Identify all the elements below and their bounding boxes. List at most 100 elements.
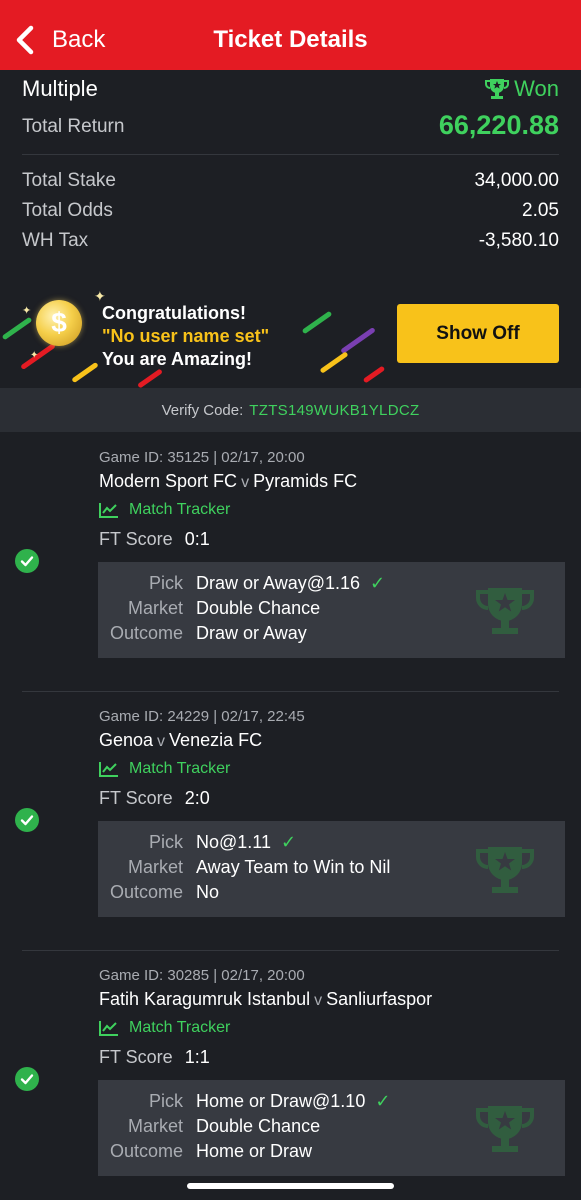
pick-value: Home or Draw@1.10 ✓ [196, 1091, 390, 1112]
outcome-row: Outcome Draw or Away [98, 623, 565, 647]
congrats-line-3: You are Amazing! [102, 349, 253, 369]
check-circle-icon [15, 1067, 39, 1091]
pick-details-box: Pick Draw or Away@1.16 ✓ Market Double Chanc… [98, 562, 565, 658]
total-return-label: Total Return [22, 116, 125, 137]
congrats-banner: ✦ ✦ ✦ $ Congratulations! "No user name s… [0, 280, 581, 388]
home-team: Modern Sport FC [99, 471, 238, 491]
verify-code-label: Verify Code: [161, 401, 244, 419]
pick-row: Pick No@1.11 ✓ [98, 832, 565, 856]
top-bar: Back Ticket Details [0, 0, 581, 70]
page-title: Ticket Details [213, 26, 368, 53]
ft-score-label: FT Score [99, 529, 173, 549]
ft-score: FT Score 0:1 [99, 529, 210, 550]
pick-label: Pick [148, 1091, 183, 1111]
match-tracker-label: Match Tracker [129, 1019, 231, 1036]
match-tracker-link[interactable]: Match Tracker [99, 501, 230, 519]
wh-tax-value: -3,580.10 [478, 230, 559, 251]
outcome-label: Outcome [109, 1141, 183, 1161]
outcome-label: Outcome [109, 623, 183, 643]
versus-label: v [241, 474, 250, 491]
decor-streak [340, 326, 376, 355]
verify-code-bar: Verify Code: TZTS149WUKB1YLDCZ [0, 388, 581, 432]
check-circle-icon [15, 808, 39, 832]
total-return-value: 66,220.88 [438, 110, 559, 140]
market-label: Market [127, 857, 183, 877]
pick-value: Draw or Away@1.16 ✓ [196, 573, 385, 594]
congrats-line-1: Congratulations! [102, 303, 246, 323]
home-team: Genoa [99, 730, 154, 750]
congrats-text: Congratulations! "No user name set" You … [102, 302, 269, 371]
game-id: Game ID: 30285 | 02/17, 20:00 [99, 967, 305, 984]
total-stake-label: Total Stake [22, 170, 116, 191]
outcome-value: No [196, 882, 220, 902]
versus-label: v [314, 992, 323, 1009]
market-value: Double Chance [196, 1116, 321, 1136]
verify-code-value[interactable]: TZTS149WUKB1YLDCZ [249, 402, 419, 419]
match-teams: Genoa v Venezia FC [99, 730, 262, 751]
pick-row: Pick Home or Draw@1.10 ✓ [98, 1091, 565, 1115]
match-tracker-link[interactable]: Match Tracker [99, 1019, 230, 1037]
ft-score-value: 1:1 [184, 1047, 210, 1067]
line-chart-icon [99, 1021, 118, 1036]
market-value: Double Chance [196, 598, 321, 618]
sparkle-icon: ✦ [30, 350, 39, 361]
match-tracker-link[interactable]: Match Tracker [99, 760, 230, 778]
selection-item: Game ID: 24229 | 02/17, 22:45 Genoa v Venez… [0, 691, 581, 950]
ticket-summary: Multiple Won Total Return 66,220.88 Tota… [0, 70, 581, 280]
market-label: Market [127, 598, 183, 618]
line-chart-icon [99, 503, 118, 518]
sparkle-icon: ✦ [22, 305, 32, 317]
ft-score: FT Score 2:0 [99, 788, 210, 809]
total-odds-value: 2.05 [522, 200, 559, 221]
status-label: Won [514, 76, 559, 101]
pick-details-box: Pick No@1.11 ✓ Market Away Team to Win to Ni… [98, 821, 565, 917]
pick-value: No@1.11 ✓ [196, 832, 296, 853]
decor-streak [71, 361, 99, 384]
outcome-value: Home or Draw [196, 1141, 313, 1161]
line-chart-icon [99, 762, 118, 777]
total-odds-label: Total Odds [22, 200, 113, 221]
pick-text: Home or Draw@1.10 [196, 1091, 366, 1111]
checkmark-icon: ✓ [375, 1091, 391, 1111]
away-team: Pyramids FC [253, 471, 358, 491]
decor-streak [319, 351, 349, 374]
away-team: Sanliurfaspor [326, 989, 433, 1009]
outcome-label: Outcome [109, 882, 183, 902]
game-id: Game ID: 35125 | 02/17, 20:00 [99, 449, 305, 466]
market-label: Market [127, 1116, 183, 1136]
pick-label: Pick [148, 573, 183, 593]
decor-streak [137, 368, 163, 388]
ft-score-value: 2:0 [184, 788, 210, 808]
market-value: Away Team to Win to Nil [196, 857, 391, 877]
decor-streak [362, 365, 386, 384]
selection-item: Game ID: 35125 | 02/17, 20:00 Modern Spor… [0, 432, 581, 691]
congrats-username: "No user name set" [102, 326, 270, 346]
decor-streak [301, 310, 333, 335]
ft-score-label: FT Score [99, 1047, 173, 1067]
pick-row: Pick Draw or Away@1.16 ✓ [98, 573, 565, 597]
pick-text: Draw or Away@1.16 [196, 573, 361, 593]
trophy-icon [485, 79, 510, 99]
pick-label: Pick [148, 832, 183, 852]
outcome-row: Outcome No [98, 882, 565, 906]
divider [22, 691, 559, 692]
selection-item: Game ID: 30285 | 02/17, 20:00 Fatih Karag… [0, 950, 581, 1200]
ft-score-label: FT Score [99, 788, 173, 808]
market-row: Market Double Chance [98, 598, 565, 622]
coin-icon: $ [36, 300, 82, 346]
outcome-row: Outcome Home or Draw [98, 1141, 565, 1165]
wh-tax-label: WH Tax [22, 230, 89, 251]
check-circle-icon [15, 549, 39, 573]
away-team: Venezia FC [169, 730, 263, 750]
versus-label: v [157, 733, 166, 750]
match-teams: Modern Sport FC v Pyramids FC [99, 471, 357, 492]
home-indicator[interactable] [187, 1183, 394, 1189]
market-row: Market Away Team to Win to Nil [98, 857, 565, 881]
match-teams: Fatih Karagumruk Istanbul v Sanliurfaspor [99, 989, 432, 1010]
ft-score-value: 0:1 [184, 529, 210, 549]
market-row: Market Double Chance [98, 1116, 565, 1140]
outcome-value: Draw or Away [196, 623, 307, 643]
pick-details-box: Pick Home or Draw@1.10 ✓ Market Double Chanc… [98, 1080, 565, 1176]
divider [22, 154, 559, 155]
show-off-button[interactable]: Show Off [397, 304, 559, 363]
